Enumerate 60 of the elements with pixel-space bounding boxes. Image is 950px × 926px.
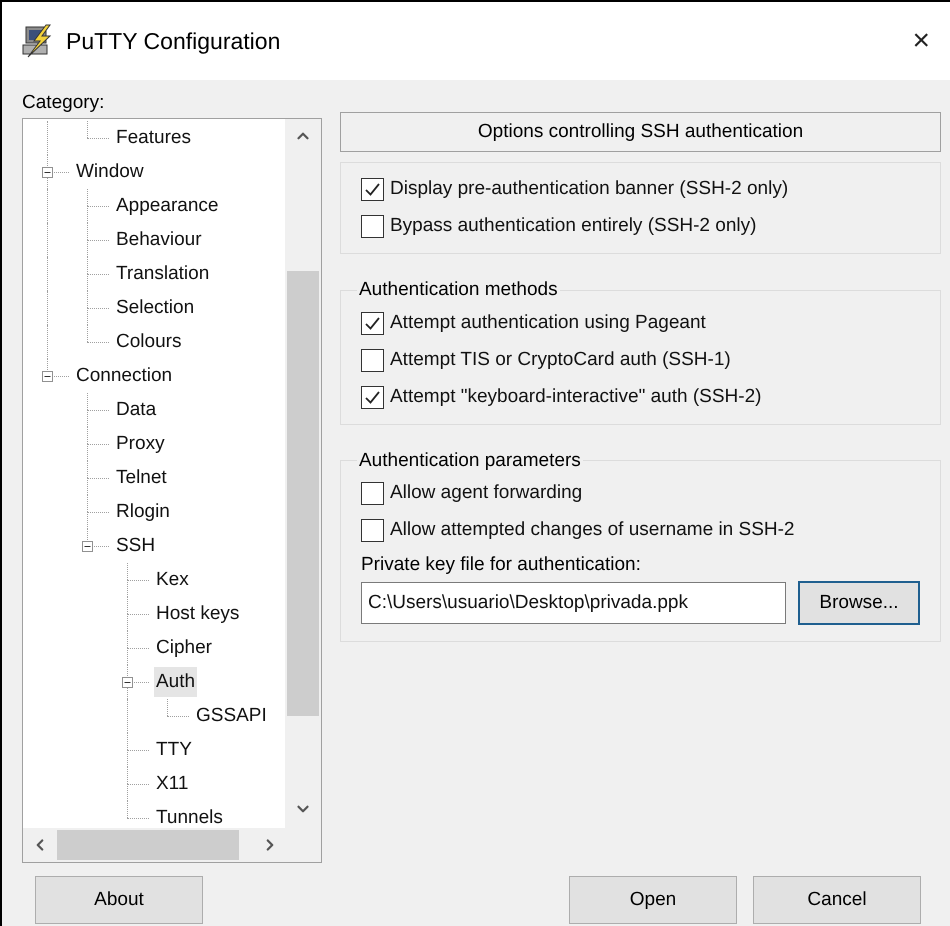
- tree-item[interactable]: Selection: [114, 293, 196, 323]
- checkbox-label: Attempt authentication using Pageant: [390, 310, 706, 335]
- checkbox[interactable]: [361, 348, 384, 372]
- tree-item[interactable]: Translation: [114, 259, 212, 289]
- tree-item[interactable]: X11: [154, 769, 190, 799]
- checkbox-label: Bypass authentication entirely (SSH-2 only): [390, 214, 756, 238]
- dialog-button[interactable]: Cancel: [753, 876, 921, 924]
- checkbox-label: Attempt TIS or CryptoCard auth (SSH-1): [390, 348, 731, 372]
- tree-item[interactable]: Host keys: [154, 599, 242, 629]
- scrollbar-thumb[interactable]: [57, 830, 239, 860]
- checkbox[interactable]: [361, 178, 384, 201]
- collapse-icon[interactable]: [42, 371, 53, 382]
- tree-item[interactable]: Tunnels: [154, 803, 225, 828]
- horizontal-scrollbar[interactable]: [23, 828, 321, 862]
- tree-item[interactable]: SSH: [114, 531, 158, 561]
- tree-item[interactable]: TTY: [154, 735, 194, 765]
- vertical-scrollbar[interactable]: [285, 119, 321, 828]
- tree-item[interactable]: Appearance: [114, 191, 220, 221]
- window-title: PuTTY Configuration: [66, 26, 280, 56]
- tree-item[interactable]: Connection: [74, 361, 174, 391]
- checkbox[interactable]: [361, 482, 384, 505]
- category-label: Category:: [22, 91, 106, 115]
- tree-item[interactable]: Colours: [114, 327, 184, 357]
- checkbox-label: Allow attempted changes of username in SSH-2: [390, 518, 794, 542]
- field-label: Private key file for authentication:: [361, 553, 642, 577]
- close-button[interactable]: ×: [906, 26, 936, 56]
- scrollbar-thumb[interactable]: [287, 271, 319, 716]
- tree-item[interactable]: Cipher: [154, 633, 214, 663]
- collapse-icon[interactable]: [122, 677, 133, 688]
- checkbox[interactable]: [361, 215, 384, 238]
- computer-lightning-icon: [20, 24, 54, 58]
- checkbox[interactable]: [361, 312, 384, 334]
- key-file-field[interactable]: C:\Users\usuario\Desktop\privada.ppk: [361, 582, 786, 624]
- checkmark-icon: [364, 314, 381, 332]
- checkbox-label: Allow agent forwarding: [390, 481, 582, 506]
- group-title: Authentication methods: [358, 278, 559, 302]
- dialog-button[interactable]: Open: [569, 876, 737, 924]
- checkmark-icon: [364, 181, 381, 198]
- tree-item[interactable]: Behaviour: [114, 225, 204, 255]
- tree-item[interactable]: Auth: [154, 667, 198, 697]
- tree-item[interactable]: Data: [114, 395, 158, 425]
- section-header: Options controlling SSH authentication: [340, 112, 941, 152]
- group-title: Authentication parameters: [358, 448, 582, 472]
- tree-item[interactable]: Features: [114, 123, 193, 153]
- browse-button[interactable]: Browse...: [798, 581, 920, 625]
- category-tree[interactable]: Features Window Appearance Behaviour Translation Selection Colours Connection Data Proxy Telnet Rlogin SSH Kex Host keys Cipher Auth GSSAPI TTY X11 Tunnels: [22, 118, 322, 863]
- checkbox[interactable]: [361, 519, 384, 542]
- tree-item[interactable]: Proxy: [114, 429, 167, 459]
- tree-item[interactable]: GSSAPI: [194, 701, 269, 731]
- collapse-icon[interactable]: [82, 541, 93, 552]
- tree-item[interactable]: Telnet: [114, 463, 169, 493]
- tree-item[interactable]: Rlogin: [114, 497, 172, 527]
- collapse-icon[interactable]: [42, 167, 53, 178]
- tree-item[interactable]: Window: [74, 157, 146, 187]
- dialog-button[interactable]: About: [35, 876, 203, 924]
- checkmark-icon: [364, 388, 381, 406]
- tree-item[interactable]: Kex: [154, 565, 191, 595]
- checkbox[interactable]: [361, 386, 384, 408]
- checkbox-label: Display pre-authentication banner (SSH-2 only): [390, 177, 788, 202]
- checkbox-label: Attempt "keyboard-interactive" auth (SSH-2): [390, 384, 762, 409]
